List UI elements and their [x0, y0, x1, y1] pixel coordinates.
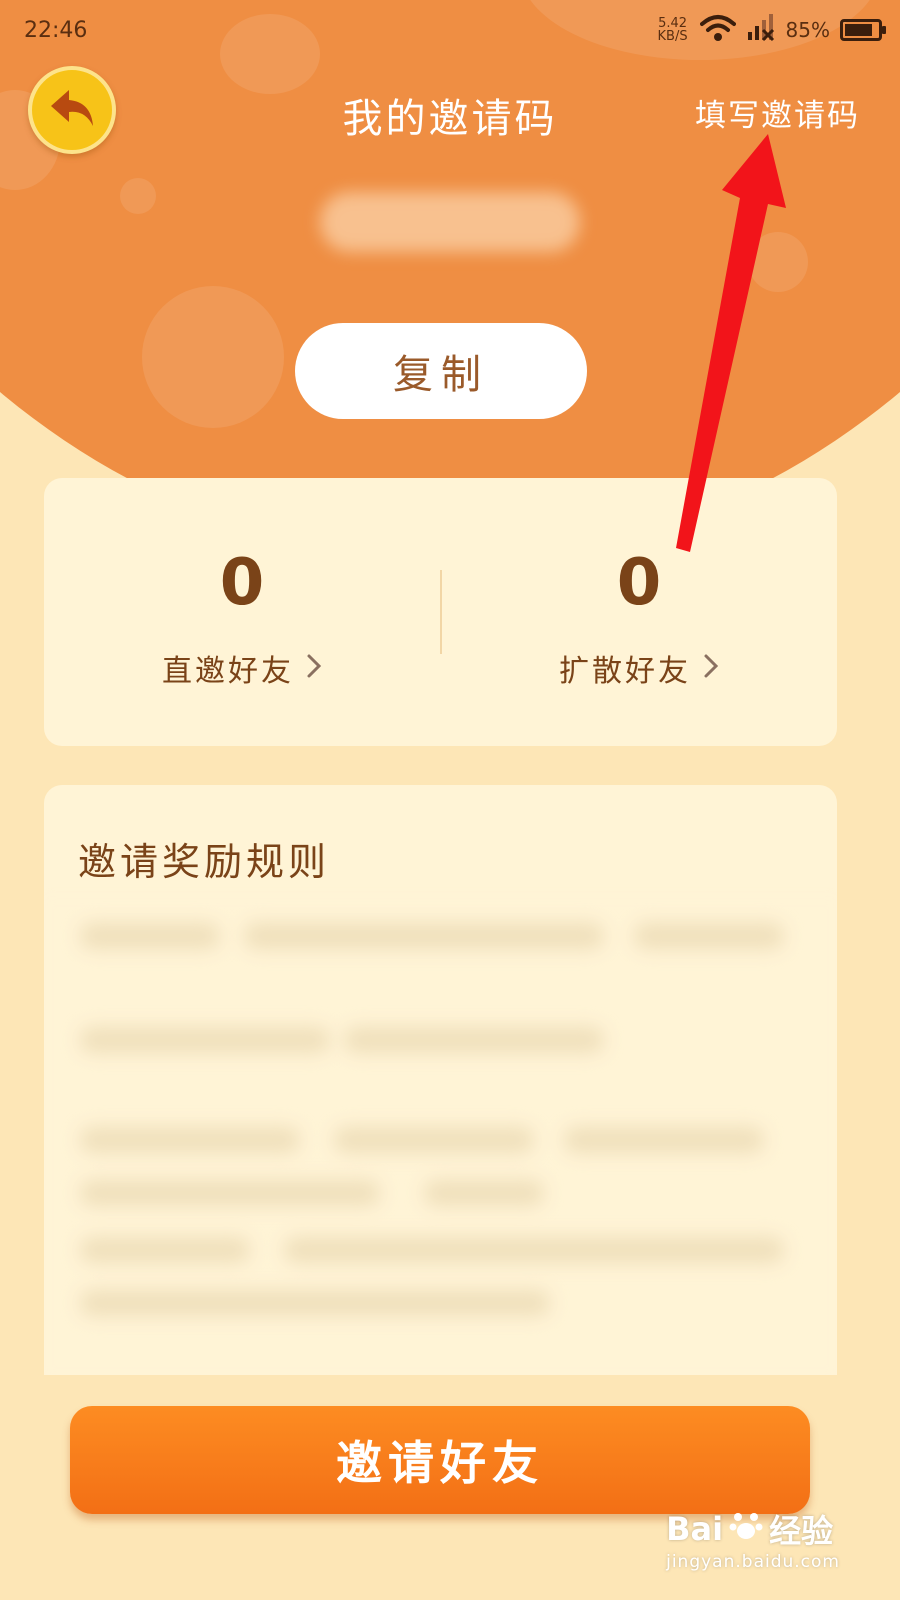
decor-bubble	[748, 232, 808, 292]
rules-title: 邀请奖励规则	[78, 840, 331, 884]
direct-invites-link[interactable]: 直邀好友	[44, 646, 440, 690]
direct-invites-count: 0	[219, 546, 265, 620]
invite-stats-card: 0 直邀好友 0 扩散好友	[44, 478, 837, 746]
status-bar: 22:46 5.42 KB/S 85%	[0, 0, 900, 60]
direct-invites-stat[interactable]: 0 直邀好友	[44, 478, 440, 746]
invite-friends-button[interactable]: 邀请好友	[70, 1406, 810, 1514]
watermark-brand-main: Bai	[666, 1510, 724, 1548]
battery-icon	[840, 19, 886, 41]
invite-code-screen: 22:46 5.42 KB/S 85% 我的邀请码 填写邀请码 复制 0 直邀好…	[0, 0, 900, 1600]
direct-invites-label: 直邀好友	[162, 654, 294, 689]
spread-invites-stat[interactable]: 0 扩散好友	[441, 478, 837, 746]
chevron-right-icon	[703, 653, 719, 683]
spread-invites-link[interactable]: 扩散好友	[441, 646, 837, 690]
status-icons: 5.42 KB/S 85%	[656, 12, 886, 48]
rules-blur-overlay	[44, 897, 837, 1375]
decor-bubble	[120, 178, 156, 214]
network-speed-unit: KB/S	[657, 29, 688, 44]
network-speed: 5.42 KB/S	[656, 17, 690, 43]
battery-fill	[845, 24, 873, 36]
fill-invite-code-link[interactable]: 填写邀请码	[695, 90, 860, 135]
baidu-watermark: Bai 经验 jingyan.baidu.com	[666, 1506, 840, 1572]
signal-icon	[746, 14, 776, 46]
invite-code-value-blurred	[320, 192, 580, 252]
watermark-url: jingyan.baidu.com	[666, 1552, 840, 1572]
wifi-icon	[699, 14, 736, 46]
watermark-brand: Bai 经验	[666, 1506, 840, 1552]
battery-percent: 85%	[785, 18, 830, 42]
chevron-right-icon	[306, 653, 322, 683]
paw-icon	[729, 1508, 763, 1550]
invite-rules-card: 邀请奖励规则	[44, 785, 837, 1375]
status-time: 22:46	[24, 18, 88, 43]
spread-invites-label: 扩散好友	[559, 654, 691, 689]
decor-bubble	[142, 286, 284, 428]
spread-invites-count: 0	[616, 546, 662, 620]
copy-button[interactable]: 复制	[295, 323, 587, 419]
watermark-brand-suffix: 经验	[769, 1512, 834, 1550]
